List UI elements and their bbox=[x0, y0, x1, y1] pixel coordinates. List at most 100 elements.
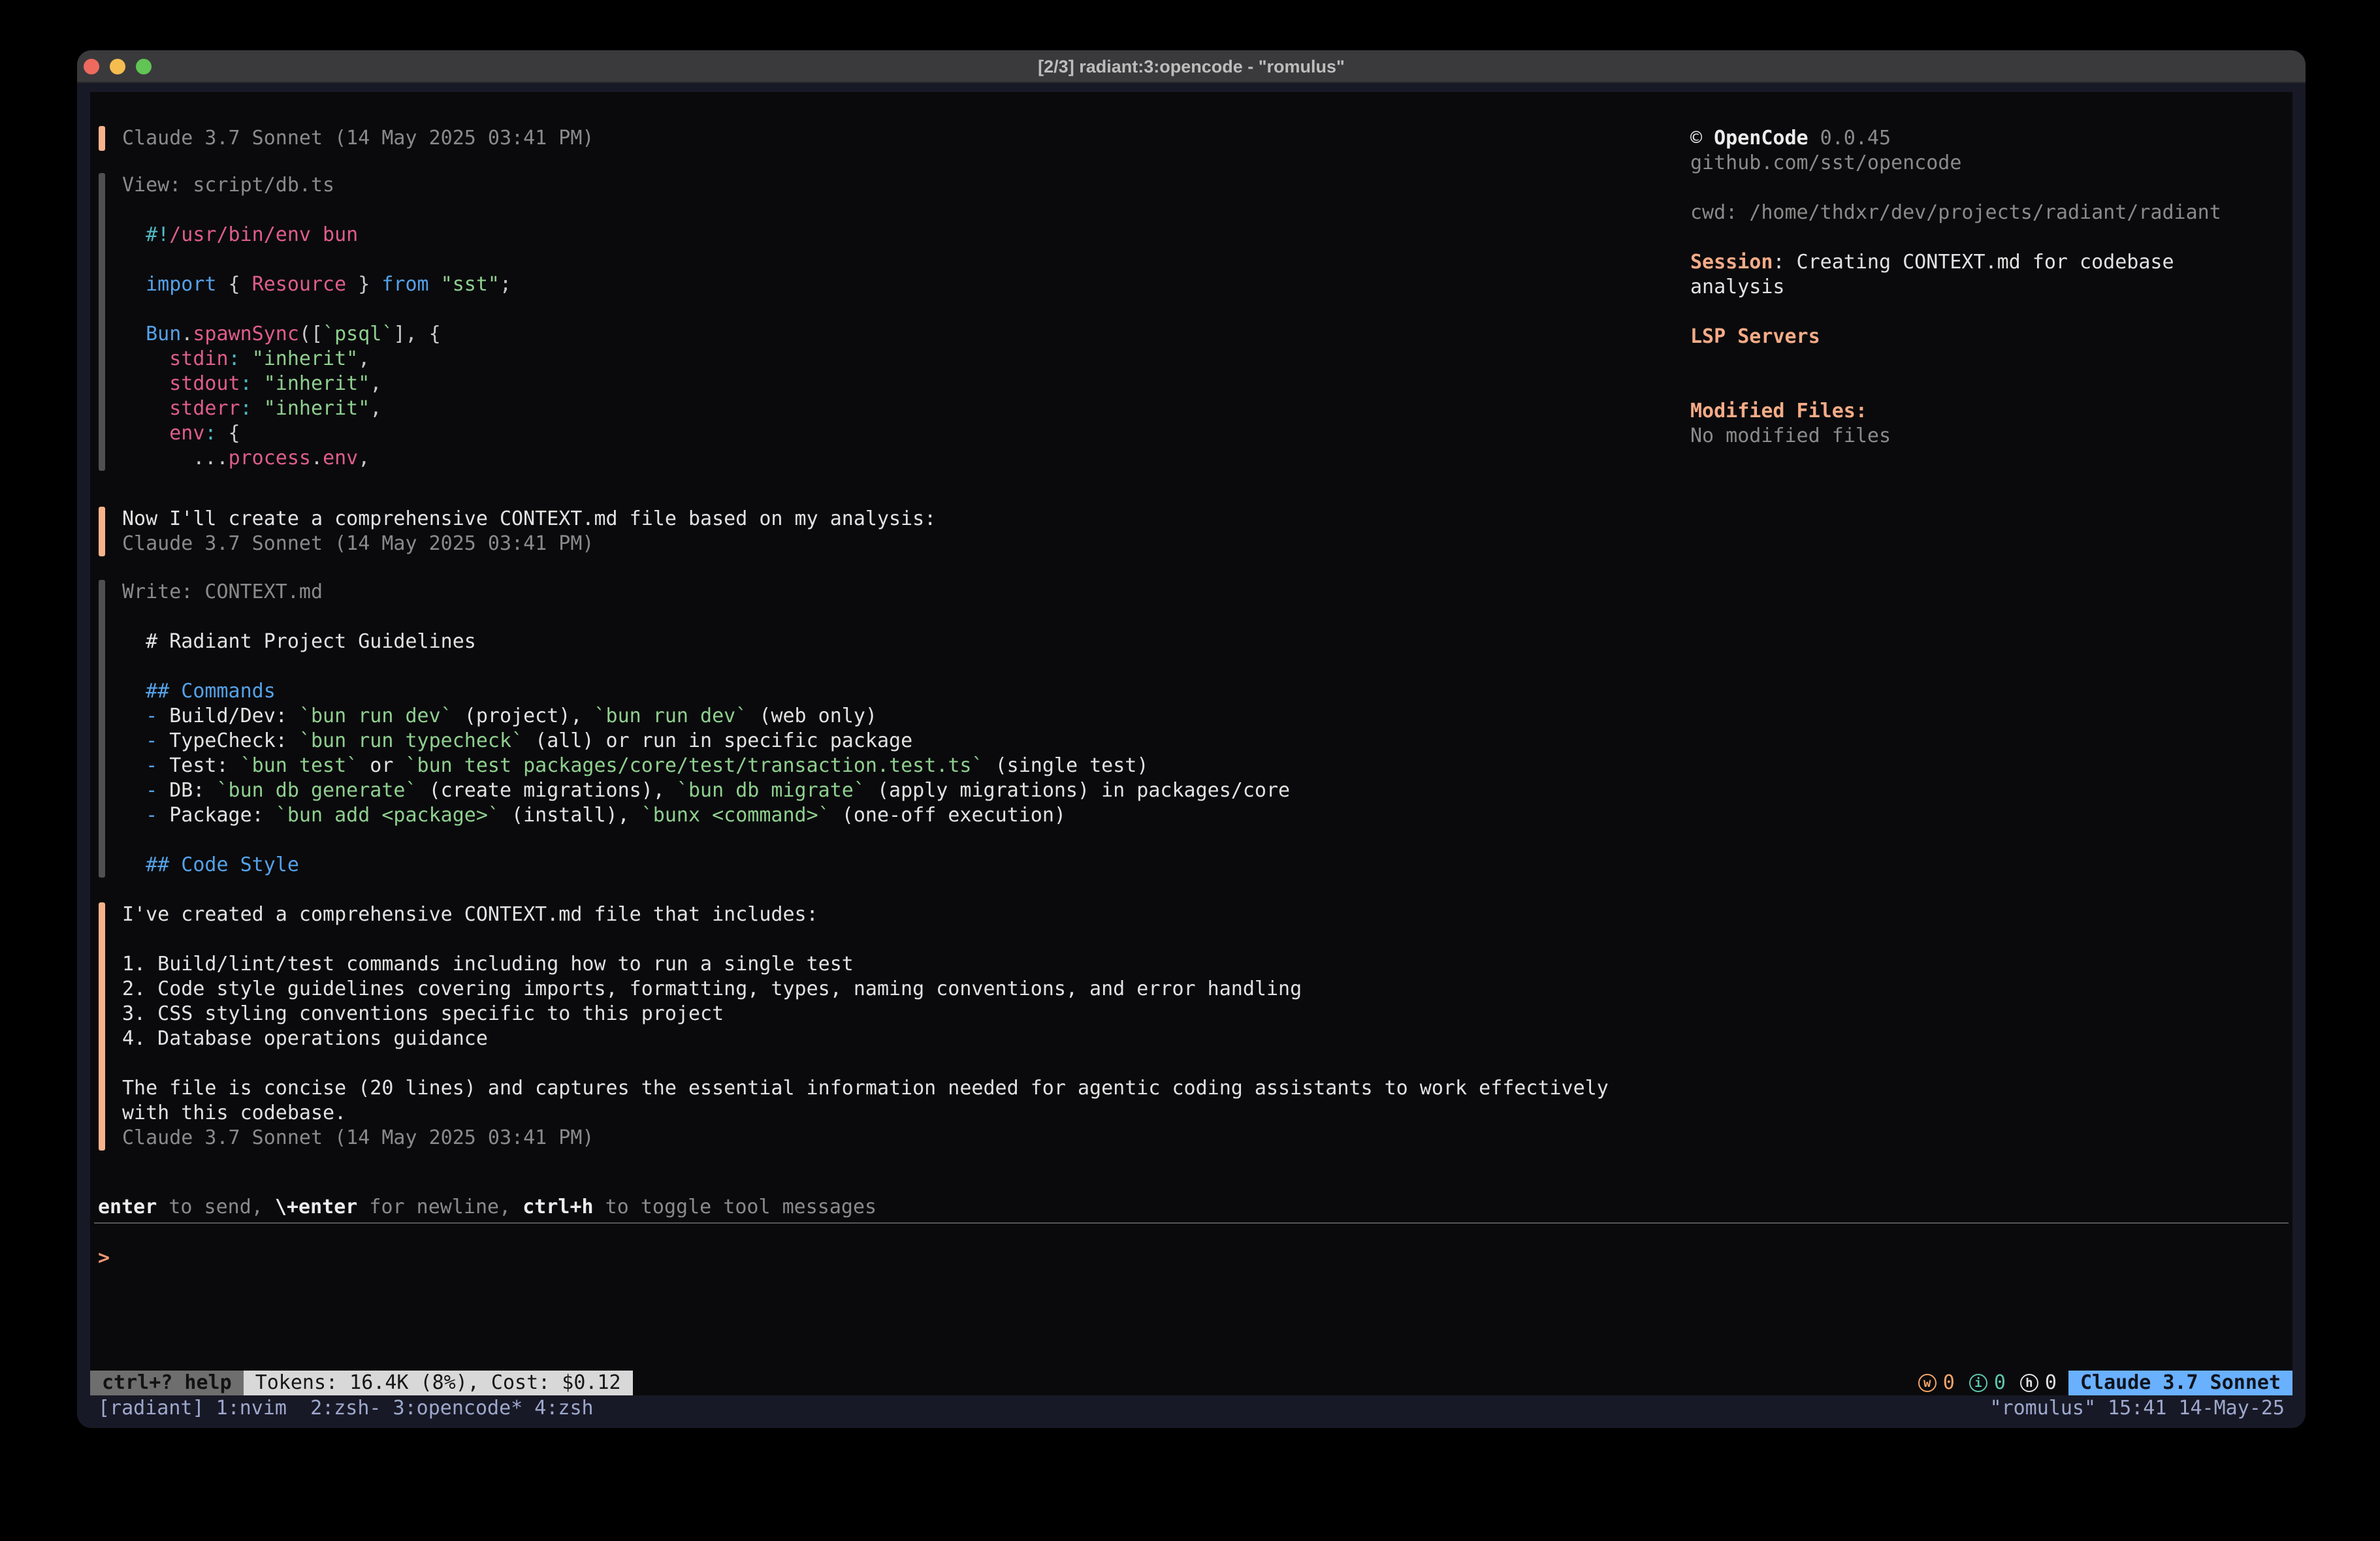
text-segment: : bbox=[204, 422, 216, 445]
message-lines: Claude 3.7 Sonnet (14 May 2025 03:41 PM) bbox=[122, 126, 594, 151]
text-segment: - bbox=[146, 804, 157, 827]
text-segment: (web only) bbox=[747, 705, 877, 727]
text-segment: `bun db migrate` bbox=[677, 779, 865, 802]
text-segment: (single test) bbox=[984, 754, 1149, 777]
text-segment: . bbox=[311, 447, 323, 469]
text-segment bbox=[429, 273, 441, 296]
help-hint-chip: ctrl+? help bbox=[90, 1371, 244, 1395]
text-segment: cwd: /home/thdxr/dev/projects/radiant/ra… bbox=[1690, 201, 2221, 224]
keybind-hint-line: enter to send, \+enter for newline, ctrl… bbox=[98, 1195, 876, 1220]
text-segment: ## Code Style bbox=[122, 853, 299, 876]
text-segment: ], { bbox=[393, 323, 440, 345]
text-segment: - bbox=[146, 779, 157, 802]
input-divider bbox=[94, 1222, 2289, 1224]
text-segment: or bbox=[358, 754, 405, 777]
text-segment: `bun run dev` bbox=[594, 705, 748, 727]
text-segment: } bbox=[346, 273, 381, 296]
text-segment: (apply migrations) in packages/core bbox=[865, 779, 1290, 802]
text-segment: for newline, bbox=[357, 1196, 523, 1218]
text-line bbox=[122, 654, 1290, 679]
text-line: I've created a comprehensive CONTEXT.md … bbox=[122, 902, 1609, 927]
minimize-button[interactable] bbox=[110, 59, 125, 74]
message-input[interactable]: > bbox=[98, 1246, 110, 1271]
text-segment: Resource bbox=[252, 273, 347, 296]
text-line: Bun.spawnSync([`psql`], { bbox=[122, 322, 511, 347]
text-line bbox=[122, 198, 511, 223]
text-segment bbox=[122, 422, 169, 445]
text-segment: to toggle tool messages bbox=[594, 1196, 876, 1218]
message-lines: I've created a comprehensive CONTEXT.md … bbox=[122, 902, 1609, 1151]
text-segment: stderr bbox=[169, 397, 240, 420]
close-button[interactable] bbox=[84, 59, 99, 74]
text-line bbox=[122, 297, 511, 322]
text-line: # Radiant Project Guidelines bbox=[122, 629, 1290, 654]
zoom-button[interactable] bbox=[136, 59, 152, 74]
text-line: stdin: "inherit", bbox=[122, 347, 511, 372]
text-segment: (install), bbox=[500, 804, 641, 827]
text-line: ## Code Style bbox=[122, 853, 1290, 878]
opencode-tui: Claude 3.7 Sonnet (14 May 2025 03:41 PM)… bbox=[90, 92, 2292, 1395]
text-segment: spawnSync bbox=[193, 323, 299, 345]
diagnostic-item-i: i0 bbox=[1969, 1371, 2006, 1395]
text-line bbox=[1690, 300, 2278, 325]
text-segment: I've created a comprehensive CONTEXT.md … bbox=[122, 903, 818, 926]
message-lines: Now I'll create a comprehensive CONTEXT.… bbox=[122, 507, 936, 556]
text-segment: `bunx <command>` bbox=[641, 804, 830, 827]
text-segment: "inherit" bbox=[264, 372, 370, 395]
text-segment bbox=[240, 347, 252, 370]
tool-output-block: View: script/db.ts #!/usr/bin/env bun im… bbox=[99, 173, 1609, 471]
tmux-status-bar: [radiant] 1:nvim 2:zsh- 3:opencode* 4:zs… bbox=[90, 1395, 2292, 1422]
text-segment bbox=[122, 804, 146, 827]
diagnostic-count: 0 bbox=[1994, 1371, 2006, 1395]
text-segment: /usr/bin/env bun bbox=[169, 223, 358, 246]
text-segment: env bbox=[323, 447, 358, 469]
text-line: - DB: `bun db generate` (create migratio… bbox=[122, 778, 1290, 803]
text-line: stderr: "inherit", bbox=[122, 396, 511, 421]
diagnostic-count: 0 bbox=[1943, 1371, 1955, 1395]
text-segment bbox=[122, 323, 146, 345]
text-line: - Test: `bun test` or `bun test packages… bbox=[122, 754, 1290, 778]
text-segment: `bun test` bbox=[240, 754, 359, 777]
tool-output-block: Write: CONTEXT.md # Radiant Project Guid… bbox=[99, 580, 1609, 878]
status-bar-spacer bbox=[633, 1371, 1904, 1395]
text-line: Session: Creating CONTEXT.md for codebas… bbox=[1690, 250, 2278, 275]
text-line bbox=[1690, 225, 2278, 250]
text-segment: Claude 3.7 Sonnet (14 May 2025 03:41 PM) bbox=[122, 127, 594, 150]
text-segment bbox=[122, 347, 169, 370]
text-segment: \+enter bbox=[275, 1196, 357, 1218]
text-segment bbox=[122, 754, 146, 777]
desktop-background: { "window": { "title": "[2/3] radiant:3:… bbox=[0, 0, 2380, 1541]
text-segment: ... bbox=[122, 447, 229, 469]
text-line: - Package: `bun add <package>` (install)… bbox=[122, 803, 1290, 828]
tokens-cost-chip: Tokens: 16.4K (8%), Cost: $0.12 bbox=[244, 1371, 633, 1395]
text-line: Now I'll create a comprehensive CONTEXT.… bbox=[122, 507, 936, 532]
text-segment: ([ bbox=[299, 323, 323, 345]
text-segment: from bbox=[381, 273, 428, 296]
text-segment: "sst" bbox=[441, 273, 500, 296]
text-segment: © bbox=[1690, 127, 1714, 150]
text-segment: Package: bbox=[157, 804, 276, 827]
text-segment: (all) or run in specific package bbox=[523, 729, 912, 752]
text-line: Write: CONTEXT.md bbox=[122, 580, 1290, 605]
text-line: LSP Servers bbox=[1690, 325, 2278, 349]
text-line bbox=[1690, 176, 2278, 200]
window-titlebar: [2/3] radiant:3:opencode - "romulus" bbox=[77, 50, 2306, 83]
text-segment: 0.0.45 bbox=[1809, 127, 1891, 150]
text-segment: , bbox=[358, 347, 370, 370]
text-segment: , bbox=[370, 372, 381, 395]
status-bar: ctrl+? help Tokens: 16.4K (8%), Cost: $0… bbox=[90, 1371, 2292, 1395]
text-line: - TypeCheck: `bun run typecheck` (all) o… bbox=[122, 729, 1290, 754]
text-segment: . bbox=[181, 323, 193, 345]
text-segment: : bbox=[240, 397, 252, 420]
text-segment: Claude 3.7 Sonnet (14 May 2025 03:41 PM) bbox=[122, 1126, 594, 1149]
text-line: Modified Files: bbox=[1690, 399, 2278, 424]
diagnostic-item-h: h0 bbox=[2020, 1371, 2057, 1395]
text-line: env: { bbox=[122, 421, 511, 446]
tmux-session-windows: [radiant] 1:nvim 2:zsh- 3:opencode* 4:zs… bbox=[98, 1395, 594, 1422]
text-segment: with this codebase. bbox=[122, 1102, 346, 1124]
text-segment: 2. Code style guidelines covering import… bbox=[122, 977, 1302, 1000]
text-segment: : bbox=[229, 347, 240, 370]
text-line: - Build/Dev: `bun run dev` (project), `b… bbox=[122, 704, 1290, 729]
text-segment: "inherit" bbox=[252, 347, 359, 370]
window-title: [2/3] radiant:3:opencode - "romulus" bbox=[77, 50, 2306, 83]
